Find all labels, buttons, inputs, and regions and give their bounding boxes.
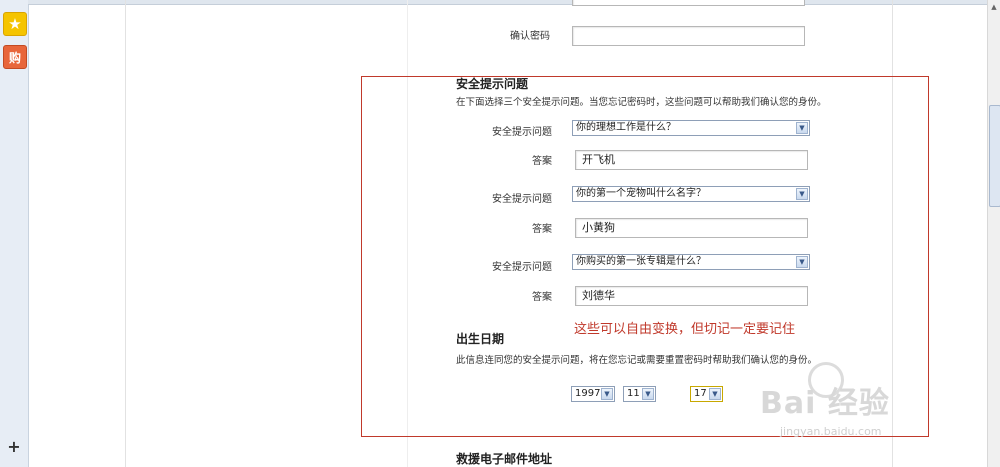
scrollbar-thumb[interactable] [989,105,1000,207]
select-value: 你购买的第一张专辑是什么？ [576,256,706,267]
chevron-down-icon: ▼ [709,388,721,400]
add-icon[interactable]: + [6,436,22,456]
previous-field[interactable] [572,0,805,6]
chevron-down-icon: ▼ [601,388,613,400]
page-left-edge [125,0,126,467]
select-value: 11 [627,388,640,399]
confirm-password-field[interactable] [572,26,805,46]
select-value: 1997 [575,388,601,399]
shop-label: 购 [8,50,21,65]
confirm-password-label: 确认密码 [510,31,550,42]
left-toolbar [0,0,29,467]
birthday-title: 出生日期 [456,332,505,346]
security-question-label-3: 安全提示问题 [492,262,552,273]
answer-label-2: 答案 [532,224,552,235]
answer-field-3[interactable]: 刘德华 [575,286,808,306]
select-value: 你的第一个宠物叫什么名字？ [576,188,706,199]
watermark-url: jingyan.baidu.com [780,425,882,438]
security-question-select-1[interactable]: 你的理想工作是什么？ ▼ [572,120,810,136]
security-question-title: 安全提示问题 [456,77,529,91]
security-question-label-2: 安全提示问题 [492,194,552,205]
birth-month-select[interactable]: 11 ▼ [623,386,656,402]
select-value: 你的理想工作是什么？ [576,122,676,133]
favorites-star-icon[interactable]: ★ [3,12,27,36]
answer-label-3: 答案 [532,292,552,303]
answer-label-1: 答案 [532,156,552,167]
answer-field-1[interactable]: 开飞机 [575,150,808,170]
birthday-desc: 此信息连同您的安全提示问题，将在您忘记或需要重置密码时帮助我们确认您的身份。 [456,355,818,366]
rescue-email-title: 救援电子邮件地址 [456,452,553,466]
security-question-select-3[interactable]: 你购买的第一张专辑是什么？ ▼ [572,254,810,270]
security-question-desc: 在下面选择三个安全提示问题。当您忘记密码时，这些问题可以帮助我们确认您的身份。 [456,97,827,108]
birth-year-select[interactable]: 1997 ▼ [571,386,615,402]
scroll-up-arrow-icon[interactable]: ▲ [989,2,999,12]
add-label: + [7,436,21,456]
chevron-down-icon: ▼ [796,256,808,268]
annotation-note: 这些可以自由变换，但切记一定要记住 [574,322,796,337]
select-value: 17 [694,388,707,399]
security-question-label-1: 安全提示问题 [492,127,552,138]
vertical-scrollbar[interactable] [987,0,1000,467]
shopping-bag-icon[interactable]: 购 [3,45,27,69]
security-question-select-2[interactable]: 你的第一个宠物叫什么名字？ ▼ [572,186,810,202]
baidu-jingyan-watermark: Bai 经验 [760,386,890,421]
chevron-down-icon: ▼ [642,388,654,400]
chevron-down-icon: ▼ [796,122,808,134]
top-strip [28,0,988,5]
answer-field-2[interactable]: 小黄狗 [575,218,808,238]
birth-day-select[interactable]: 17 ▼ [690,386,723,402]
chevron-down-icon: ▼ [796,188,808,200]
